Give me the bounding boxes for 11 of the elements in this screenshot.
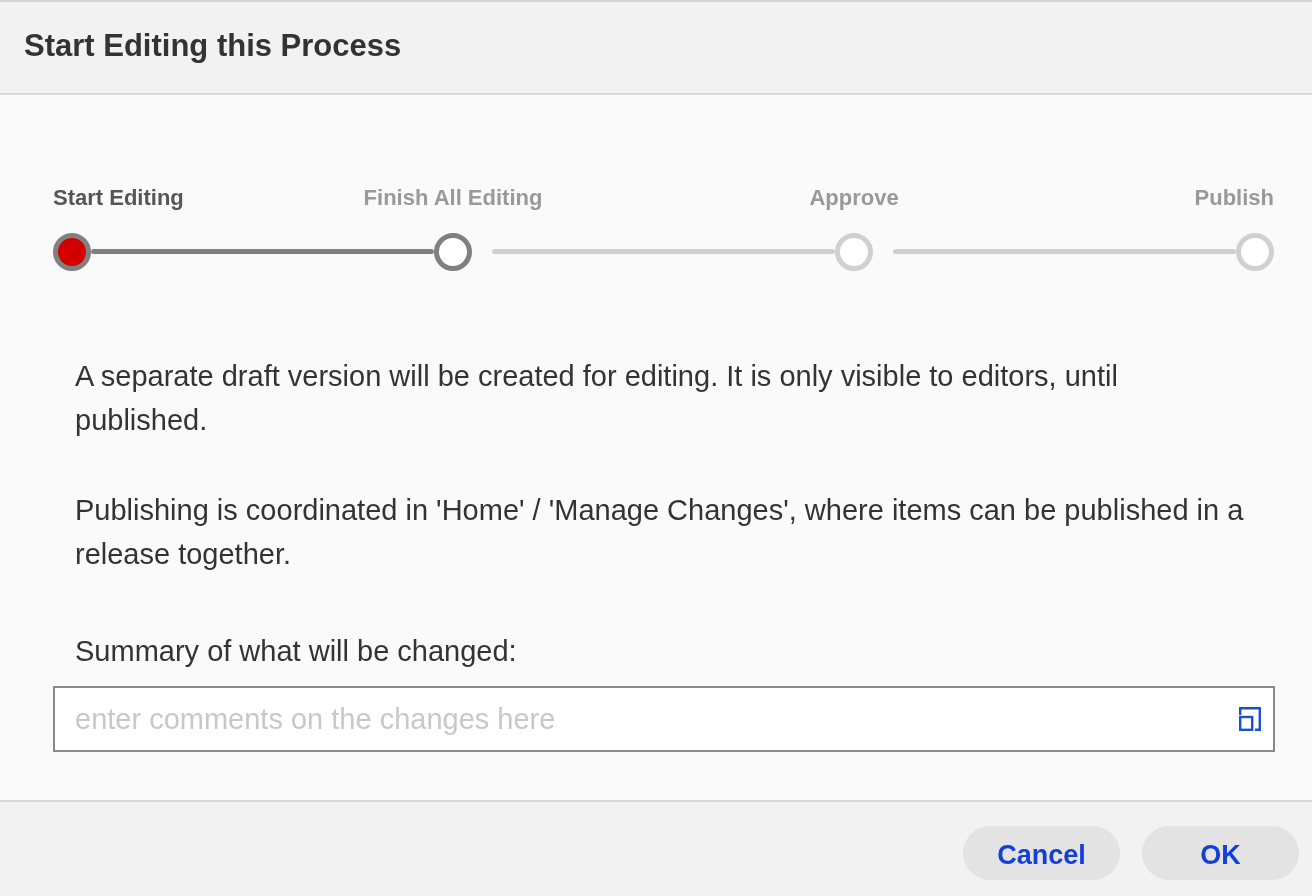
- expand-icon[interactable]: [1239, 707, 1261, 731]
- step-label: Publish: [1194, 185, 1274, 211]
- step-label: Approve: [809, 185, 899, 211]
- info-paragraph: Publishing is coordinated in 'Home' / 'Manage Changes', where items can be published in a release together.: [75, 493, 1245, 572]
- dialog-button[interactable]: OK: [1142, 826, 1299, 880]
- dialog-title: Start Editing this Process: [24, 27, 402, 64]
- info-paragraph: A separate draft version will be created for editing. It is only visible to editors, until published.: [75, 359, 1119, 438]
- summary-label: Summary of what will be changed:: [75, 634, 518, 669]
- step-label: Finish All Editing: [363, 185, 543, 211]
- step-label: Start Editing: [53, 185, 184, 211]
- dialog-button[interactable]: Cancel: [963, 826, 1120, 880]
